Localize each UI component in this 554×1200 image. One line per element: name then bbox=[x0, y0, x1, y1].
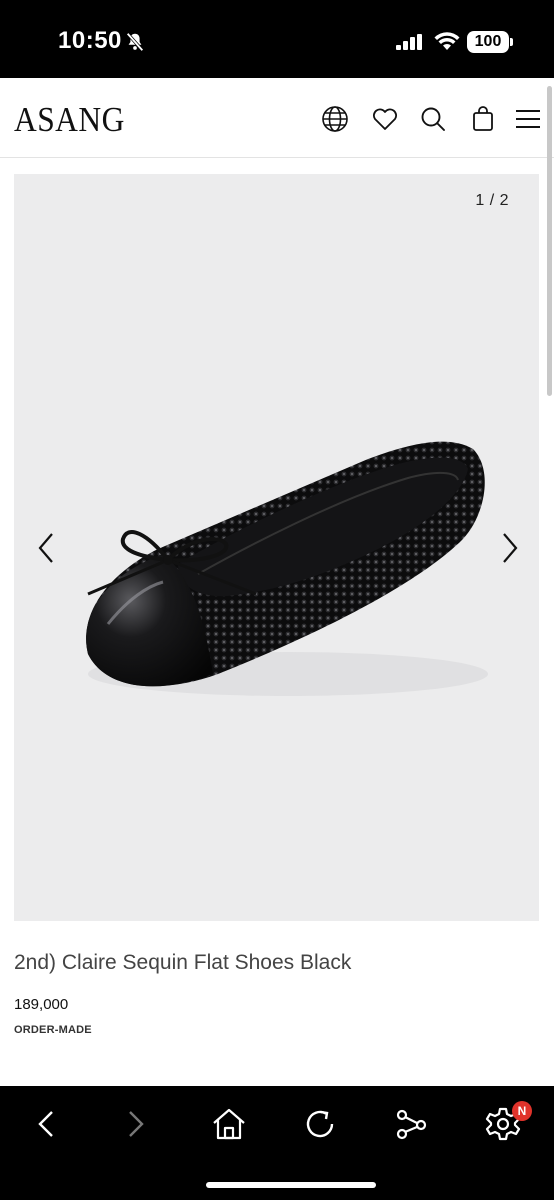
heart-icon[interactable] bbox=[371, 105, 399, 133]
chevron-right-icon[interactable] bbox=[498, 530, 522, 566]
menu-icon[interactable] bbox=[514, 105, 542, 133]
bag-icon[interactable] bbox=[469, 105, 497, 133]
notification-badge: N bbox=[512, 1101, 532, 1121]
brand-logo[interactable]: ASANG bbox=[14, 100, 125, 140]
product-price: 189,000 bbox=[14, 996, 69, 1013]
status-bar: 10:50 100 bbox=[0, 0, 554, 78]
site-header: ASANG bbox=[0, 78, 554, 158]
back-icon[interactable] bbox=[28, 1106, 64, 1142]
share-icon[interactable] bbox=[393, 1106, 429, 1142]
home-indicator[interactable] bbox=[206, 1182, 376, 1188]
signal-icon bbox=[396, 34, 422, 50]
chevron-left-icon[interactable] bbox=[34, 530, 58, 566]
product-title: 2nd) Claire Sequin Flat Shoes Black bbox=[14, 951, 352, 974]
battery-tip bbox=[510, 38, 513, 46]
bell-off-icon bbox=[126, 32, 144, 52]
wifi-icon bbox=[434, 32, 460, 50]
page: ASANG 1 / 2 2nd) Claire Sequin Flat Shoe… bbox=[0, 78, 554, 1086]
battery-icon: 100 bbox=[467, 31, 509, 53]
reload-icon[interactable] bbox=[302, 1106, 338, 1142]
home-icon[interactable] bbox=[211, 1106, 247, 1142]
browser-toolbar: N bbox=[0, 1086, 554, 1200]
status-time: 10:50 bbox=[58, 27, 122, 54]
image-counter: 1 / 2 bbox=[475, 192, 509, 209]
product-gallery[interactable]: 1 / 2 bbox=[14, 174, 539, 921]
scrollbar[interactable] bbox=[547, 86, 552, 396]
product-image bbox=[86, 441, 488, 696]
search-icon[interactable] bbox=[419, 105, 447, 133]
globe-icon[interactable] bbox=[321, 105, 349, 133]
order-type-badge: ORDER-MADE bbox=[14, 1024, 92, 1036]
forward-icon[interactable] bbox=[118, 1106, 154, 1142]
